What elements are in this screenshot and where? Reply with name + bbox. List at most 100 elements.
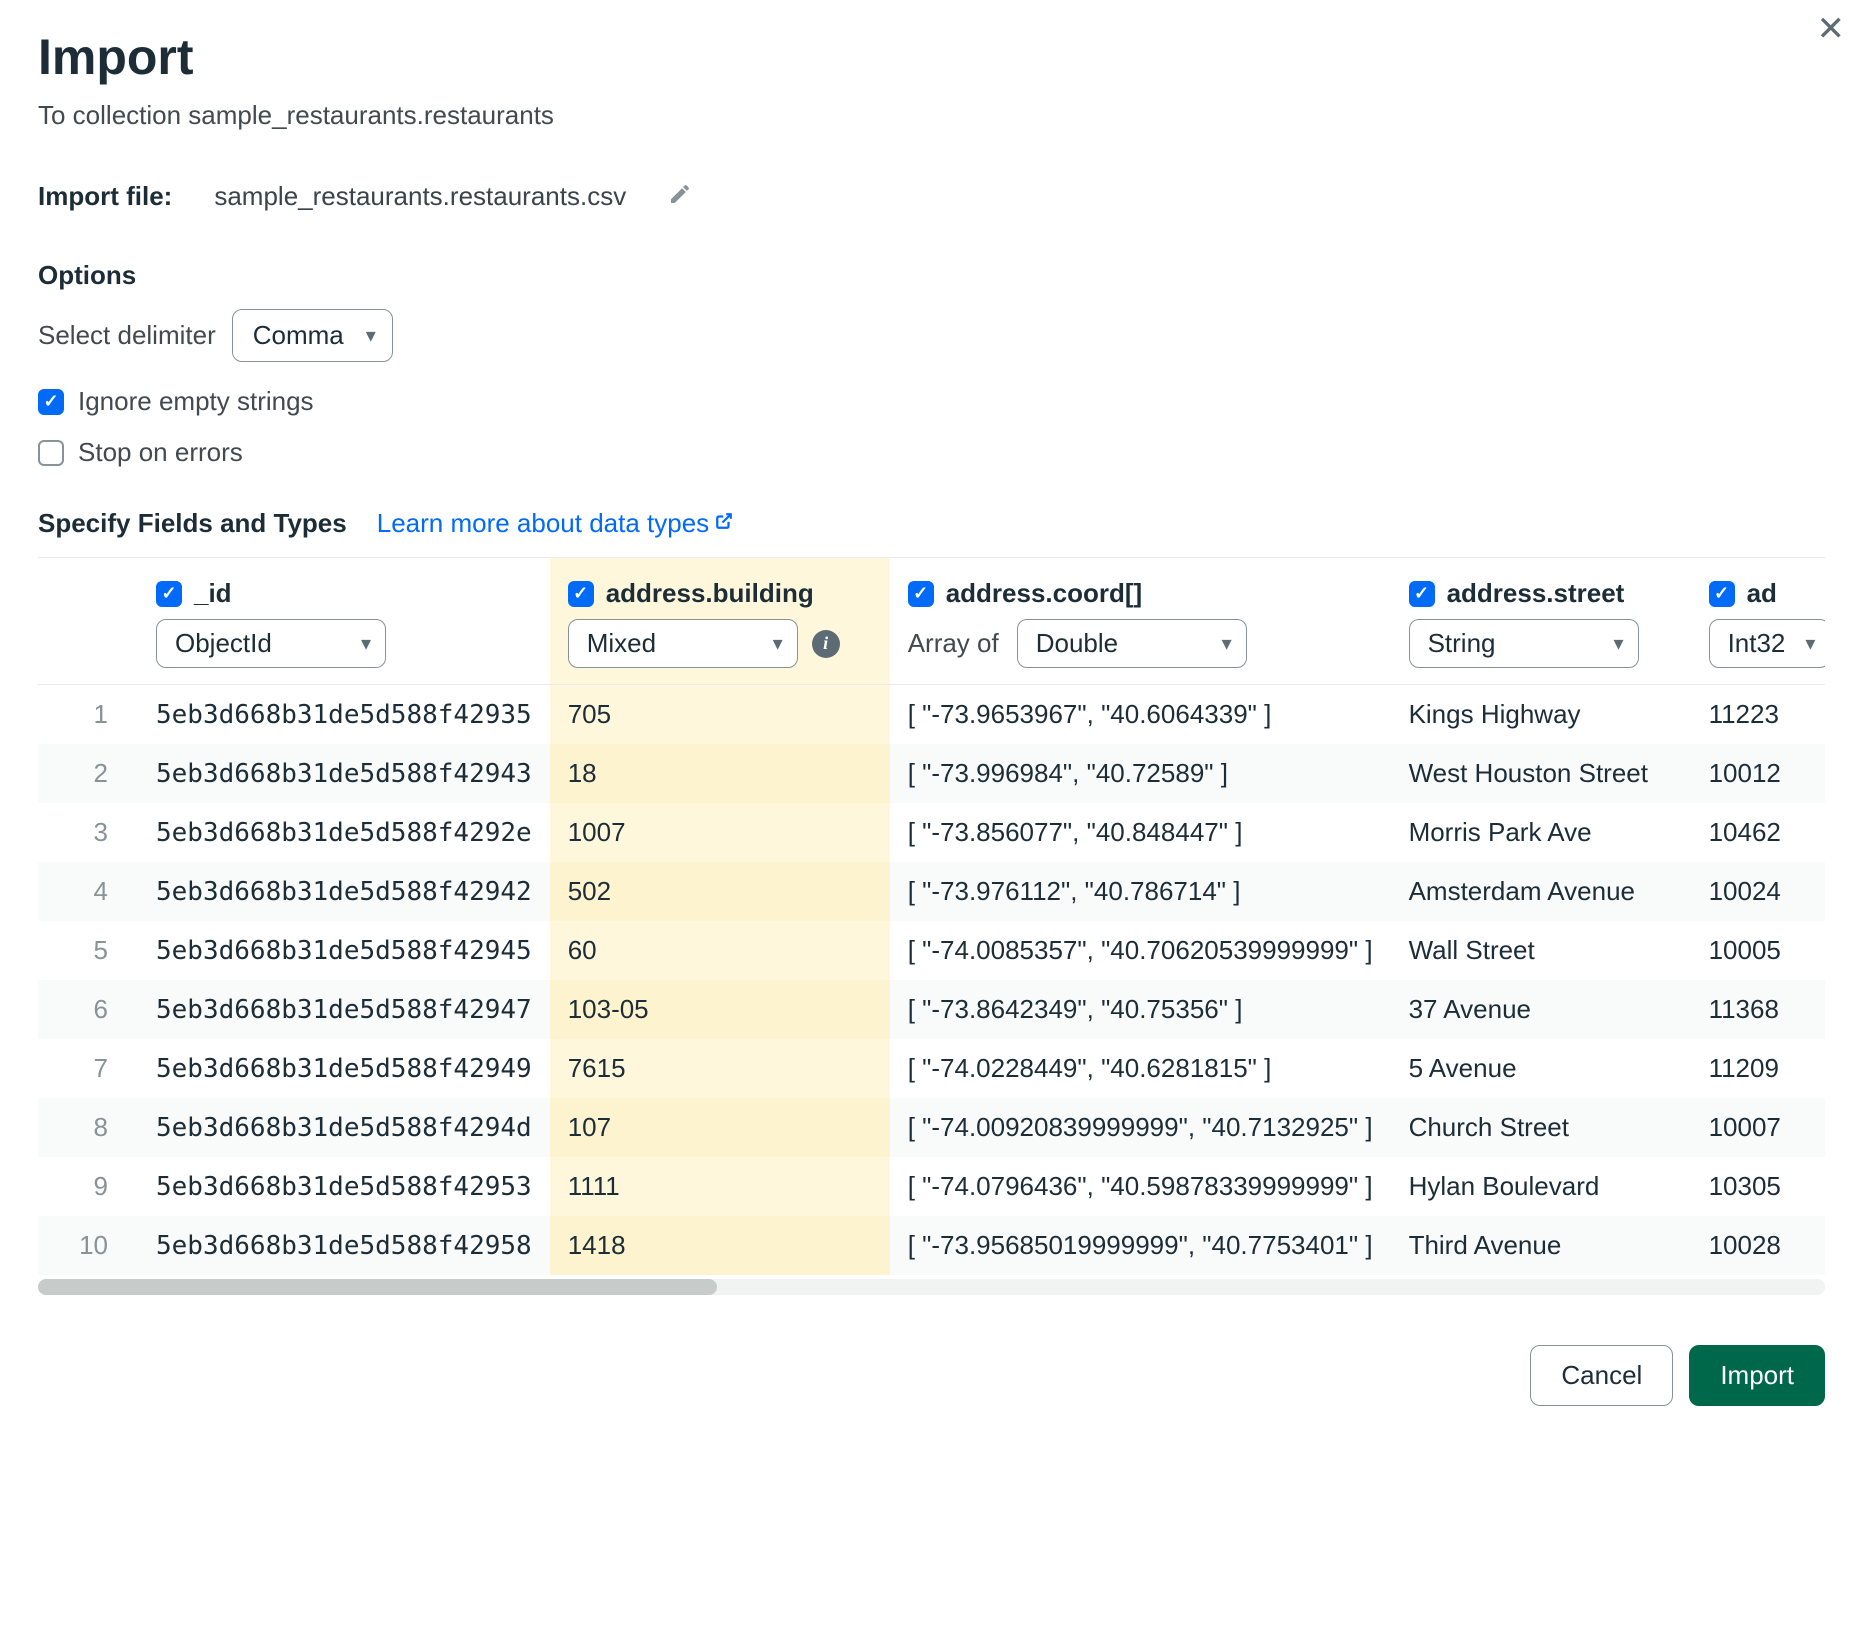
- cancel-button[interactable]: Cancel: [1530, 1345, 1673, 1406]
- cell: 7615: [550, 1039, 890, 1098]
- row-number: 2: [38, 744, 138, 803]
- scrollbar-thumb[interactable]: [38, 1279, 717, 1295]
- column-header-address-building: address.buildingMixedi: [550, 558, 890, 685]
- table-row: 75eb3d668b31de5d588f429497615[ "-74.0228…: [38, 1039, 1825, 1098]
- cell: 10012: [1691, 744, 1825, 803]
- stop-errors-label: Stop on errors: [78, 437, 243, 468]
- cell: Morris Park Ave: [1391, 803, 1691, 862]
- info-icon[interactable]: i: [812, 630, 840, 658]
- cell: 1418: [550, 1216, 890, 1275]
- type-select[interactable]: String: [1409, 619, 1639, 668]
- cell: Wall Street: [1391, 921, 1691, 980]
- pencil-icon[interactable]: [668, 182, 692, 211]
- table-row: 85eb3d668b31de5d588f4294d107[ "-74.00920…: [38, 1098, 1825, 1157]
- row-number: 7: [38, 1039, 138, 1098]
- cell: [ "-73.8642349", "40.75356" ]: [890, 980, 1391, 1039]
- cell: 10007: [1691, 1098, 1825, 1157]
- column-checkbox[interactable]: [908, 581, 934, 607]
- cell: 5eb3d668b31de5d588f4292e: [138, 803, 550, 862]
- column-checkbox[interactable]: [1709, 581, 1735, 607]
- cell: 10462: [1691, 803, 1825, 862]
- modal-footer: Cancel Import: [38, 1345, 1825, 1406]
- import-modal: ✕ Import To collection sample_restaurant…: [0, 0, 1863, 1436]
- ignore-empty-row: Ignore empty strings: [38, 386, 1825, 417]
- import-file-row: Import file: sample_restaurants.restaura…: [38, 181, 1825, 212]
- row-number: 4: [38, 862, 138, 921]
- close-button[interactable]: ✕: [1817, 12, 1846, 46]
- ignore-empty-label: Ignore empty strings: [78, 386, 314, 417]
- cell: 5eb3d668b31de5d588f4294d: [138, 1098, 550, 1157]
- horizontal-scrollbar[interactable]: [38, 1279, 1825, 1295]
- row-number: 9: [38, 1157, 138, 1216]
- row-number: 5: [38, 921, 138, 980]
- cell: Third Avenue: [1391, 1216, 1691, 1275]
- ignore-empty-checkbox[interactable]: [38, 389, 64, 415]
- cell: [ "-73.9653967", "40.6064339" ]: [890, 685, 1391, 744]
- cell: 5eb3d668b31de5d588f42945: [138, 921, 550, 980]
- import-file-name: sample_restaurants.restaurants.csv: [214, 181, 626, 212]
- column-name: _id: [194, 578, 232, 609]
- cell: West Houston Street: [1391, 744, 1691, 803]
- cell: 107: [550, 1098, 890, 1157]
- table-row: 15eb3d668b31de5d588f42935705[ "-73.96539…: [38, 685, 1825, 744]
- type-select[interactable]: Mixed: [568, 619, 798, 668]
- cell: 5eb3d668b31de5d588f42947: [138, 980, 550, 1039]
- import-button[interactable]: Import: [1689, 1345, 1825, 1406]
- cell: 5eb3d668b31de5d588f42958: [138, 1216, 550, 1275]
- type-select[interactable]: Int32: [1709, 619, 1825, 668]
- row-number: 6: [38, 980, 138, 1039]
- cell: 10305: [1691, 1157, 1825, 1216]
- delimiter-row: Select delimiter Comma: [38, 309, 1825, 362]
- column-checkbox[interactable]: [1409, 581, 1435, 607]
- cell: 10005: [1691, 921, 1825, 980]
- type-select[interactable]: ObjectId: [156, 619, 386, 668]
- cell: 11368: [1691, 980, 1825, 1039]
- row-number: 1: [38, 685, 138, 744]
- cell: 1111: [550, 1157, 890, 1216]
- options-title: Options: [38, 260, 1825, 291]
- stop-errors-row: Stop on errors: [38, 437, 1825, 468]
- cell: 5eb3d668b31de5d588f42949: [138, 1039, 550, 1098]
- row-number: 10: [38, 1216, 138, 1275]
- array-prefix: Array of: [908, 628, 999, 659]
- stop-errors-checkbox[interactable]: [38, 440, 64, 466]
- table-row: 95eb3d668b31de5d588f429531111[ "-74.0796…: [38, 1157, 1825, 1216]
- learn-link[interactable]: Learn more about data types: [377, 508, 733, 539]
- cell: [ "-74.00920839999999", "40.7132925" ]: [890, 1098, 1391, 1157]
- cell: Amsterdam Avenue: [1391, 862, 1691, 921]
- cell: 37 Avenue: [1391, 980, 1691, 1039]
- fields-table: _idObjectIdaddress.buildingMixediaddress…: [38, 557, 1825, 1295]
- delimiter-select[interactable]: Comma: [232, 309, 393, 362]
- column-header-address-coord--: address.coord[] Array of Double: [890, 558, 1391, 685]
- modal-title: Import: [38, 28, 1825, 86]
- type-select[interactable]: Double: [1017, 619, 1247, 668]
- row-number: 8: [38, 1098, 138, 1157]
- column-checkbox[interactable]: [568, 581, 594, 607]
- cell: Kings Highway: [1391, 685, 1691, 744]
- cell: 5eb3d668b31de5d588f42942: [138, 862, 550, 921]
- column-name: address.coord[]: [946, 578, 1143, 609]
- cell: 5eb3d668b31de5d588f42953: [138, 1157, 550, 1216]
- cell: 18: [550, 744, 890, 803]
- import-file-label: Import file:: [38, 181, 172, 212]
- specify-row: Specify Fields and Types Learn more abou…: [38, 508, 1825, 539]
- cell: 10024: [1691, 862, 1825, 921]
- column-name: address.street: [1447, 578, 1625, 609]
- cell: Hylan Boulevard: [1391, 1157, 1691, 1216]
- cell: 705: [550, 685, 890, 744]
- table-row: 105eb3d668b31de5d588f429581418[ "-73.956…: [38, 1216, 1825, 1275]
- table-row: 65eb3d668b31de5d588f42947103-05[ "-73.86…: [38, 980, 1825, 1039]
- cell: 60: [550, 921, 890, 980]
- cell: 11223: [1691, 685, 1825, 744]
- cell: [ "-73.996984", "40.72589" ]: [890, 744, 1391, 803]
- cell: 5eb3d668b31de5d588f42943: [138, 744, 550, 803]
- row-number: 3: [38, 803, 138, 862]
- column-checkbox[interactable]: [156, 581, 182, 607]
- column-header-ad: adInt32: [1691, 558, 1825, 685]
- cell: Church Street: [1391, 1098, 1691, 1157]
- cell: [ "-74.0796436", "40.59878339999999" ]: [890, 1157, 1391, 1216]
- learn-link-text: Learn more about data types: [377, 508, 709, 539]
- table-row: 35eb3d668b31de5d588f4292e1007[ "-73.8560…: [38, 803, 1825, 862]
- delimiter-label: Select delimiter: [38, 320, 216, 351]
- cell: 103-05: [550, 980, 890, 1039]
